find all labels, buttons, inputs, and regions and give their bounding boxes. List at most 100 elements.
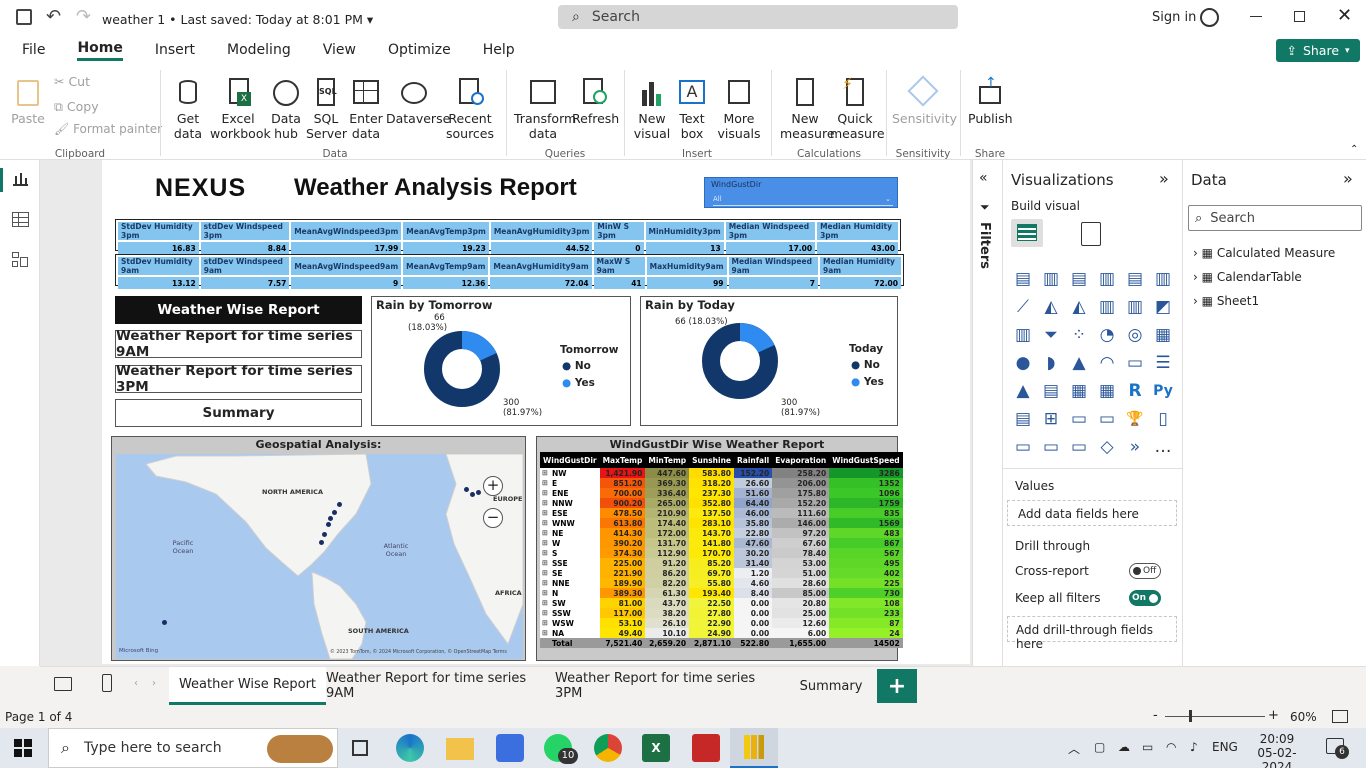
table-row[interactable]: ⊞ E 851.20 369.30 318.20 26.60 206.00 1352: [540, 478, 903, 488]
qa-icon[interactable]: ▭: [1069, 410, 1089, 428]
file-title-menu[interactable]: weather 1 • Last saved: Today at 8:01 PM…: [102, 12, 373, 27]
expand-icon[interactable]: ⊞: [542, 469, 548, 477]
map-point[interactable]: [328, 516, 333, 521]
windgustdir-table[interactable]: WindGustDir Wise Weather Report WindGust…: [536, 436, 903, 661]
table-row[interactable]: ⊞ W 390.20 131.70 141.80 47.60 67.60 867: [540, 538, 903, 548]
ribbon-chart-icon[interactable]: ◩: [1153, 298, 1173, 316]
more-visuals-button[interactable]: More visuals: [712, 72, 766, 141]
sign-in-link[interactable]: Sign in: [1152, 10, 1196, 25]
donut-chart-icon[interactable]: ◎: [1125, 326, 1145, 344]
100-bar-icon[interactable]: ▤: [1125, 270, 1145, 288]
slicer-icon[interactable]: ▤: [1041, 382, 1061, 400]
account-icon[interactable]: [1200, 8, 1219, 27]
report-view-icon[interactable]: [13, 172, 28, 186]
expand-icon[interactable]: ⊞: [542, 569, 548, 577]
table-item-calendar[interactable]: › ▦ CalendarTable: [1193, 270, 1302, 284]
quick-measure-button[interactable]: ⚡ Quick measure: [830, 72, 885, 142]
copy-button[interactable]: ⧉ Copy: [54, 99, 99, 115]
tab-insert[interactable]: Insert: [139, 36, 211, 64]
scatter-icon[interactable]: ⁘: [1069, 326, 1089, 344]
line-column-icon[interactable]: ▥: [1097, 298, 1117, 316]
stacked-column-icon[interactable]: ▥: [1041, 270, 1061, 288]
line-chart-icon[interactable]: ⟋: [1013, 298, 1033, 316]
save-icon[interactable]: [16, 9, 32, 25]
expand-icon[interactable]: ⊞: [542, 589, 548, 597]
clustered-column-icon[interactable]: ▥: [1097, 270, 1117, 288]
fit-to-page-icon[interactable]: [1332, 710, 1348, 723]
recent-sources-button[interactable]: Recent sources: [442, 72, 498, 141]
card-icon[interactable]: ▭: [1125, 354, 1145, 372]
battery-icon[interactable]: ▭: [1142, 740, 1153, 754]
clock[interactable]: 20:09 05-02-2024: [1250, 732, 1304, 768]
chevron-up-icon[interactable]: ︿: [1068, 740, 1080, 757]
tab-optimize[interactable]: Optimize: [372, 36, 467, 64]
table-row[interactable]: ⊞ ESE 478.50 210.90 137.50 46.00 111.60 835: [540, 508, 903, 518]
table-view-icon[interactable]: [12, 212, 29, 227]
edge-icon[interactable]: [396, 734, 424, 762]
diamond-icon[interactable]: ◇: [1097, 438, 1117, 456]
maximize-icon[interactable]: [1294, 11, 1305, 22]
treemap-icon[interactable]: ▦: [1153, 326, 1173, 344]
build-visual-tab[interactable]: [1011, 219, 1043, 247]
task-view-icon[interactable]: [352, 740, 368, 756]
expand-icon[interactable]: ⊞: [542, 609, 548, 617]
next-page-icon[interactable]: ›: [152, 678, 156, 689]
column-header[interactable]: MaxTemp: [599, 452, 646, 468]
cross-report-toggle[interactable]: Off: [1129, 563, 1161, 579]
line-clustered-icon[interactable]: ▥: [1125, 298, 1145, 316]
redo-icon[interactable]: ↷: [76, 6, 91, 27]
table-row[interactable]: ⊞ WNW 613.80 174.40 283.10 35.80 146.00 1569: [540, 518, 903, 528]
column-header[interactable]: Rainfall: [734, 452, 773, 468]
paste-button[interactable]: Paste: [10, 72, 46, 126]
file-explorer-icon[interactable]: [446, 738, 474, 760]
column-header[interactable]: WindGustDir: [540, 452, 600, 468]
sensitivity-button[interactable]: Sensitivity: [892, 72, 957, 126]
expand-icon[interactable]: ⊞: [542, 489, 548, 497]
new-measure-button[interactable]: New measure: [780, 72, 835, 141]
multirow-card-icon[interactable]: ☰: [1153, 354, 1173, 372]
expand-icon[interactable]: ⊞: [542, 559, 548, 567]
expand-icon[interactable]: ⊞: [542, 479, 548, 487]
chrome-icon[interactable]: [594, 734, 622, 762]
legend-no[interactable]: ● No: [851, 359, 880, 371]
powerbi-taskbar-button[interactable]: [730, 728, 778, 768]
table-row[interactable]: ⊞ SSE 225.00 91.20 85.20 31.40 53.00 495: [540, 558, 903, 568]
share-button[interactable]: ⇪ Share ▾: [1276, 39, 1360, 62]
column-header[interactable]: Evaporation: [772, 452, 830, 468]
transform-data-button[interactable]: Transform data: [514, 72, 576, 141]
nav-summary[interactable]: Summary: [115, 399, 362, 427]
onedrive-icon[interactable]: ☁: [1118, 740, 1130, 754]
map-point[interactable]: [162, 620, 167, 625]
chevrons-icon[interactable]: »: [1125, 438, 1145, 456]
collapse-data-icon[interactable]: »: [1343, 169, 1353, 188]
table-row[interactable]: ⊞ NW 1,421.90 447.60 583.80 152.20 258.20 3286: [540, 468, 903, 478]
r-visual-icon[interactable]: R: [1125, 382, 1145, 400]
table-row[interactable]: ⊞ ENE 700.00 336.40 237.30 51.60 175.80 1096: [540, 488, 903, 498]
windgustdir-slicer[interactable]: WindGustDir All ⌄: [704, 177, 898, 208]
map-point[interactable]: [337, 502, 342, 507]
minimize-icon[interactable]: [1250, 16, 1262, 17]
table-row[interactable]: ⊞ NE 414.30 172.00 143.70 22.80 97.20 483: [540, 528, 903, 538]
tab-view[interactable]: View: [307, 36, 372, 64]
get-data-button[interactable]: Get data: [166, 72, 210, 141]
nav-time-series-9am[interactable]: Weather Report for time series 9AM: [115, 328, 362, 360]
zoom-out-button[interactable]: -: [1153, 708, 1158, 723]
geospatial-map[interactable]: Geospatial Analysis: NORTH AMERICA EUROP…: [111, 436, 526, 661]
kpi-icon[interactable]: ▲: [1013, 382, 1033, 400]
enter-data-button[interactable]: Enter data: [346, 72, 386, 141]
language-indicator[interactable]: ENG: [1212, 740, 1238, 754]
add-page-button[interactable]: +: [877, 669, 917, 703]
key-influencers-icon[interactable]: ▤: [1013, 410, 1033, 428]
taskbar-search-box[interactable]: ⌕ Type here to search: [48, 728, 338, 768]
map-point[interactable]: [326, 522, 331, 527]
table-row[interactable]: ⊞ NNW 900.20 265.00 352.80 64.40 152.20 1759: [540, 498, 903, 508]
map-point[interactable]: [332, 510, 337, 515]
publish-button[interactable]: ↑ Publish: [968, 72, 1013, 127]
data-hub-button[interactable]: Data hub: [266, 72, 306, 141]
meet-icon[interactable]: ▢: [1094, 740, 1105, 754]
tab-home[interactable]: Home: [61, 36, 138, 64]
keep-filters-toggle[interactable]: On: [1129, 590, 1161, 606]
clustered-bar-icon[interactable]: ▤: [1069, 270, 1089, 288]
dataverse-button[interactable]: Dataverse: [386, 72, 450, 126]
table-icon[interactable]: ▦: [1069, 382, 1089, 400]
